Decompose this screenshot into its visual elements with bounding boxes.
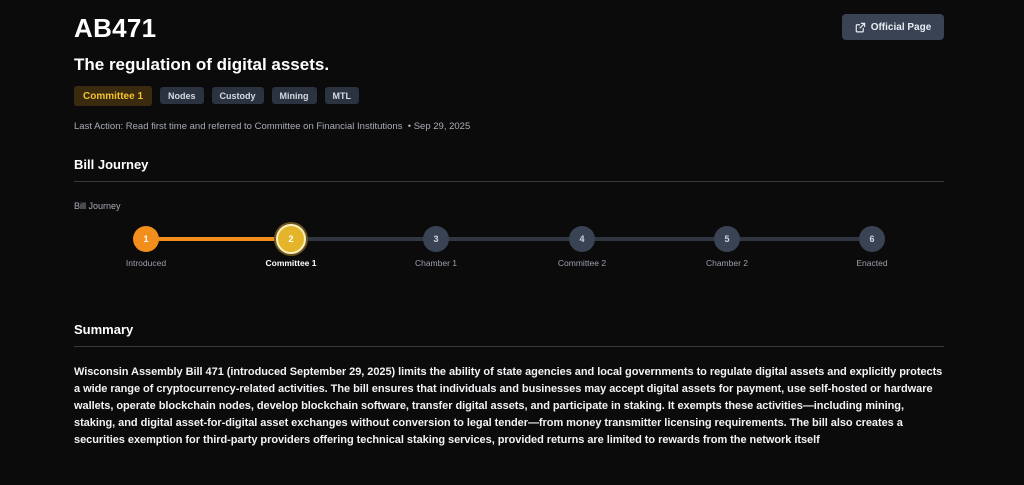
summary-divider (74, 346, 944, 347)
last-action-date: Sep 29, 2025 (413, 121, 471, 132)
step-marker: 6 (859, 226, 885, 252)
bill-detail-page: AB471 Official Page The regulation of di… (74, 0, 944, 485)
step-label: Committee 1 (265, 258, 317, 268)
timeline-step-chamber-2[interactable]: 5 Chamber 2 (677, 222, 777, 268)
last-action: Last Action: Read first time and referre… (74, 121, 470, 132)
summary-text: Wisconsin Assembly Bill 471 (introduced … (74, 366, 943, 446)
timeline-step-chamber-1[interactable]: 3 Chamber 1 (386, 222, 486, 268)
bill-id: AB471 (74, 13, 157, 43)
summary-heading: Summary (74, 322, 134, 337)
bill-journey-timeline: 1 Introduced 2 Committee 1 3 Chamber 1 4… (74, 222, 944, 272)
step-marker: 3 (423, 226, 449, 252)
tag-custody[interactable]: Custody (211, 87, 264, 104)
last-action-separator: • (407, 121, 412, 132)
step-marker: 4 (569, 226, 595, 252)
timeline-step-introduced[interactable]: 1 Introduced (96, 222, 196, 268)
step-label: Enacted (856, 258, 888, 268)
step-label: Committee 2 (557, 258, 607, 268)
external-link-icon (855, 22, 866, 33)
step-label: Chamber 2 (705, 258, 749, 268)
step-marker: 2 (276, 224, 306, 254)
bill-journey-label: Bill Journey (74, 201, 121, 211)
tag-nodes[interactable]: Nodes (160, 87, 204, 104)
timeline-step-committee-1[interactable]: 2 Committee 1 (241, 222, 341, 268)
step-label: Introduced (125, 258, 167, 268)
last-action-label: Last Action: (74, 121, 124, 132)
tag-committee[interactable]: Committee 1 (74, 86, 153, 106)
step-marker: 5 (714, 226, 740, 252)
timeline-step-enacted[interactable]: 6 Enacted (822, 222, 922, 268)
timeline-step-committee-2[interactable]: 4 Committee 2 (532, 222, 632, 268)
last-action-text: Read first time and referred to Committe… (125, 121, 403, 132)
tag-mtl[interactable]: MTL (324, 87, 360, 104)
bill-journey-divider (74, 181, 944, 182)
tag-list: Committee 1 Nodes Custody Mining MTL (74, 86, 360, 106)
official-page-button[interactable]: Official Page (842, 14, 944, 40)
bill-title: The regulation of digital assets. (74, 55, 330, 74)
step-label: Chamber 1 (414, 258, 458, 268)
step-marker: 1 (133, 226, 159, 252)
official-page-label: Official Page (870, 21, 932, 33)
bill-journey-heading: Bill Journey (74, 157, 149, 172)
tag-mining[interactable]: Mining (271, 87, 317, 104)
